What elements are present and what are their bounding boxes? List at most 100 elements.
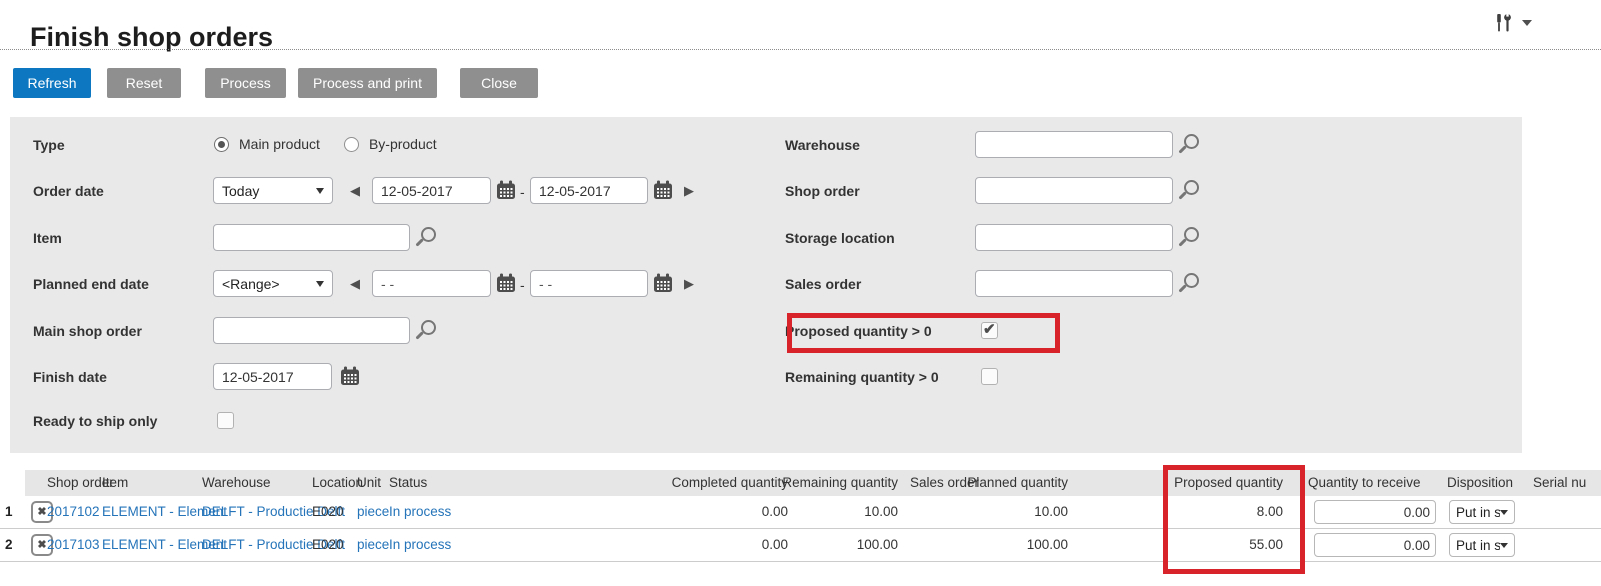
by-product-radio-label: By-product xyxy=(369,136,437,152)
shop-order-link[interactable]: 2017103 xyxy=(47,529,100,561)
calendar-icon[interactable] xyxy=(653,273,673,293)
finish-date-label: Finish date xyxy=(33,369,107,385)
select-caret-icon xyxy=(316,188,324,194)
remaining-quantity-value: 10.00 xyxy=(758,496,898,528)
title-separator xyxy=(0,49,1601,50)
item-label: Item xyxy=(33,230,62,246)
sales-order-input[interactable] xyxy=(975,270,1173,297)
warehouse-search-icon[interactable] xyxy=(1184,134,1199,149)
unit-link[interactable]: piece xyxy=(357,496,389,528)
col-header-item: Item xyxy=(102,470,128,496)
col-header-status: Status xyxy=(389,470,427,496)
status-link[interactable]: In process xyxy=(389,529,451,561)
ready-to-ship-only-checkbox[interactable] xyxy=(217,412,234,429)
calendar-icon[interactable] xyxy=(496,180,516,200)
col-header-warehouse: Warehouse xyxy=(202,470,271,496)
planned-quantity-value: 100.00 xyxy=(928,529,1068,561)
status-link[interactable]: In process xyxy=(389,496,451,528)
shop-order-input[interactable] xyxy=(975,177,1173,204)
main-product-radio[interactable] xyxy=(214,137,229,152)
planned-end-date-preset-select[interactable]: <Range> xyxy=(213,270,333,297)
date-range-separator: - xyxy=(520,184,525,200)
item-input[interactable] xyxy=(213,224,410,251)
main-shop-order-label: Main shop order xyxy=(33,323,142,339)
disposition-select[interactable]: Put in s xyxy=(1449,500,1515,524)
sales-order-search-icon[interactable] xyxy=(1184,273,1199,288)
calendar-icon[interactable] xyxy=(496,273,516,293)
row-number: 1 xyxy=(5,496,21,528)
quantity-to-receive-input[interactable] xyxy=(1314,533,1436,557)
tools-menu-button[interactable] xyxy=(1493,11,1541,35)
main-shop-order-input[interactable] xyxy=(213,317,410,344)
order-date-prev-arrow[interactable]: ◀ xyxy=(350,184,360,198)
planned-end-date-preset-value: <Range> xyxy=(222,276,280,292)
calendar-icon[interactable] xyxy=(340,366,360,386)
finish-date-input[interactable] xyxy=(213,363,332,390)
planned-end-date-to-input[interactable] xyxy=(530,270,648,297)
planned-end-date-prev-arrow[interactable]: ◀ xyxy=(350,277,360,291)
order-date-to-input[interactable] xyxy=(530,177,648,204)
order-date-from-input[interactable] xyxy=(372,177,491,204)
storage-location-input[interactable] xyxy=(975,224,1173,251)
disposition-value: Put in s xyxy=(1456,538,1500,553)
col-header-planned-quantity: Planned quantity xyxy=(928,470,1068,496)
calendar-icon[interactable] xyxy=(653,180,673,200)
remaining-quantity-checkbox[interactable] xyxy=(981,368,998,385)
warehouse-input[interactable] xyxy=(975,131,1173,158)
ready-to-ship-only-label: Ready to ship only xyxy=(33,413,157,429)
planned-end-date-next-arrow[interactable]: ▶ xyxy=(684,277,694,291)
unit-link[interactable]: piece xyxy=(357,529,389,561)
item-search-icon[interactable] xyxy=(421,227,436,242)
date-range-separator: - xyxy=(520,277,525,293)
col-header-remaining-quantity: Remaining quantity xyxy=(758,470,898,496)
proposed-quantity-value: 55.00 xyxy=(1153,529,1283,561)
select-caret-icon xyxy=(316,281,324,287)
finish-shop-orders-page: Finish shop orders Refresh Reset Process… xyxy=(0,0,1601,586)
col-header-proposed-quantity: Proposed quantity xyxy=(1153,470,1283,496)
quantity-to-receive-input[interactable] xyxy=(1314,500,1436,524)
col-header-location: Location xyxy=(312,470,363,496)
order-date-preset-select[interactable]: Today xyxy=(213,177,333,204)
close-button[interactable]: Close xyxy=(460,68,538,98)
type-radio-group: Main product By-product xyxy=(214,136,451,152)
location-value: E020 xyxy=(312,496,344,528)
select-caret-icon xyxy=(1500,510,1508,515)
reset-button[interactable]: Reset xyxy=(107,68,181,98)
process-and-print-button[interactable]: Process and print xyxy=(298,68,437,98)
by-product-radio[interactable] xyxy=(344,137,359,152)
sales-order-label: Sales order xyxy=(785,276,861,292)
proposed-quantity-checkbox[interactable] xyxy=(981,322,998,339)
table-row: 2 ✖ 2017103 ELEMENT - Element DELFT - Pr… xyxy=(0,529,1601,562)
table-row: 1 ✖ 2017102 ELEMENT - Element DELFT - Pr… xyxy=(0,496,1601,529)
table-header-row: Shop order Item Warehouse Location Unit … xyxy=(0,470,1601,496)
refresh-button[interactable]: Refresh xyxy=(13,68,91,98)
storage-location-label: Storage location xyxy=(785,230,895,246)
storage-location-search-icon[interactable] xyxy=(1184,227,1199,242)
location-value: E020 xyxy=(312,529,344,561)
tools-icon xyxy=(1493,12,1515,34)
main-product-radio-label: Main product xyxy=(239,136,320,152)
col-header-disposition: Disposition xyxy=(1447,470,1513,496)
shop-order-search-icon[interactable] xyxy=(1184,180,1199,195)
col-header-unit: Unit xyxy=(357,470,381,496)
row-number: 2 xyxy=(5,529,21,561)
disposition-select[interactable]: Put in s xyxy=(1449,533,1515,557)
shop-order-link[interactable]: 2017102 xyxy=(47,496,100,528)
planned-end-date-from-input[interactable] xyxy=(372,270,491,297)
chevron-down-icon xyxy=(1522,20,1532,26)
col-header-serial-number: Serial nu xyxy=(1533,470,1586,496)
process-button[interactable]: Process xyxy=(205,68,286,98)
order-date-next-arrow[interactable]: ▶ xyxy=(684,184,694,198)
type-label: Type xyxy=(33,137,65,153)
proposed-quantity-filter-label: Proposed quantity > 0 xyxy=(785,323,932,339)
shop-order-label: Shop order xyxy=(785,183,860,199)
warehouse-label: Warehouse xyxy=(785,137,860,153)
main-shop-order-search-icon[interactable] xyxy=(421,320,436,335)
proposed-quantity-value: 8.00 xyxy=(1153,496,1283,528)
order-date-label: Order date xyxy=(33,183,104,199)
planned-end-date-label: Planned end date xyxy=(33,276,149,292)
disposition-value: Put in s xyxy=(1456,505,1500,520)
order-date-preset-value: Today xyxy=(222,183,259,199)
col-header-quantity-to-receive: Quantity to receive xyxy=(1308,470,1421,496)
planned-quantity-value: 10.00 xyxy=(928,496,1068,528)
